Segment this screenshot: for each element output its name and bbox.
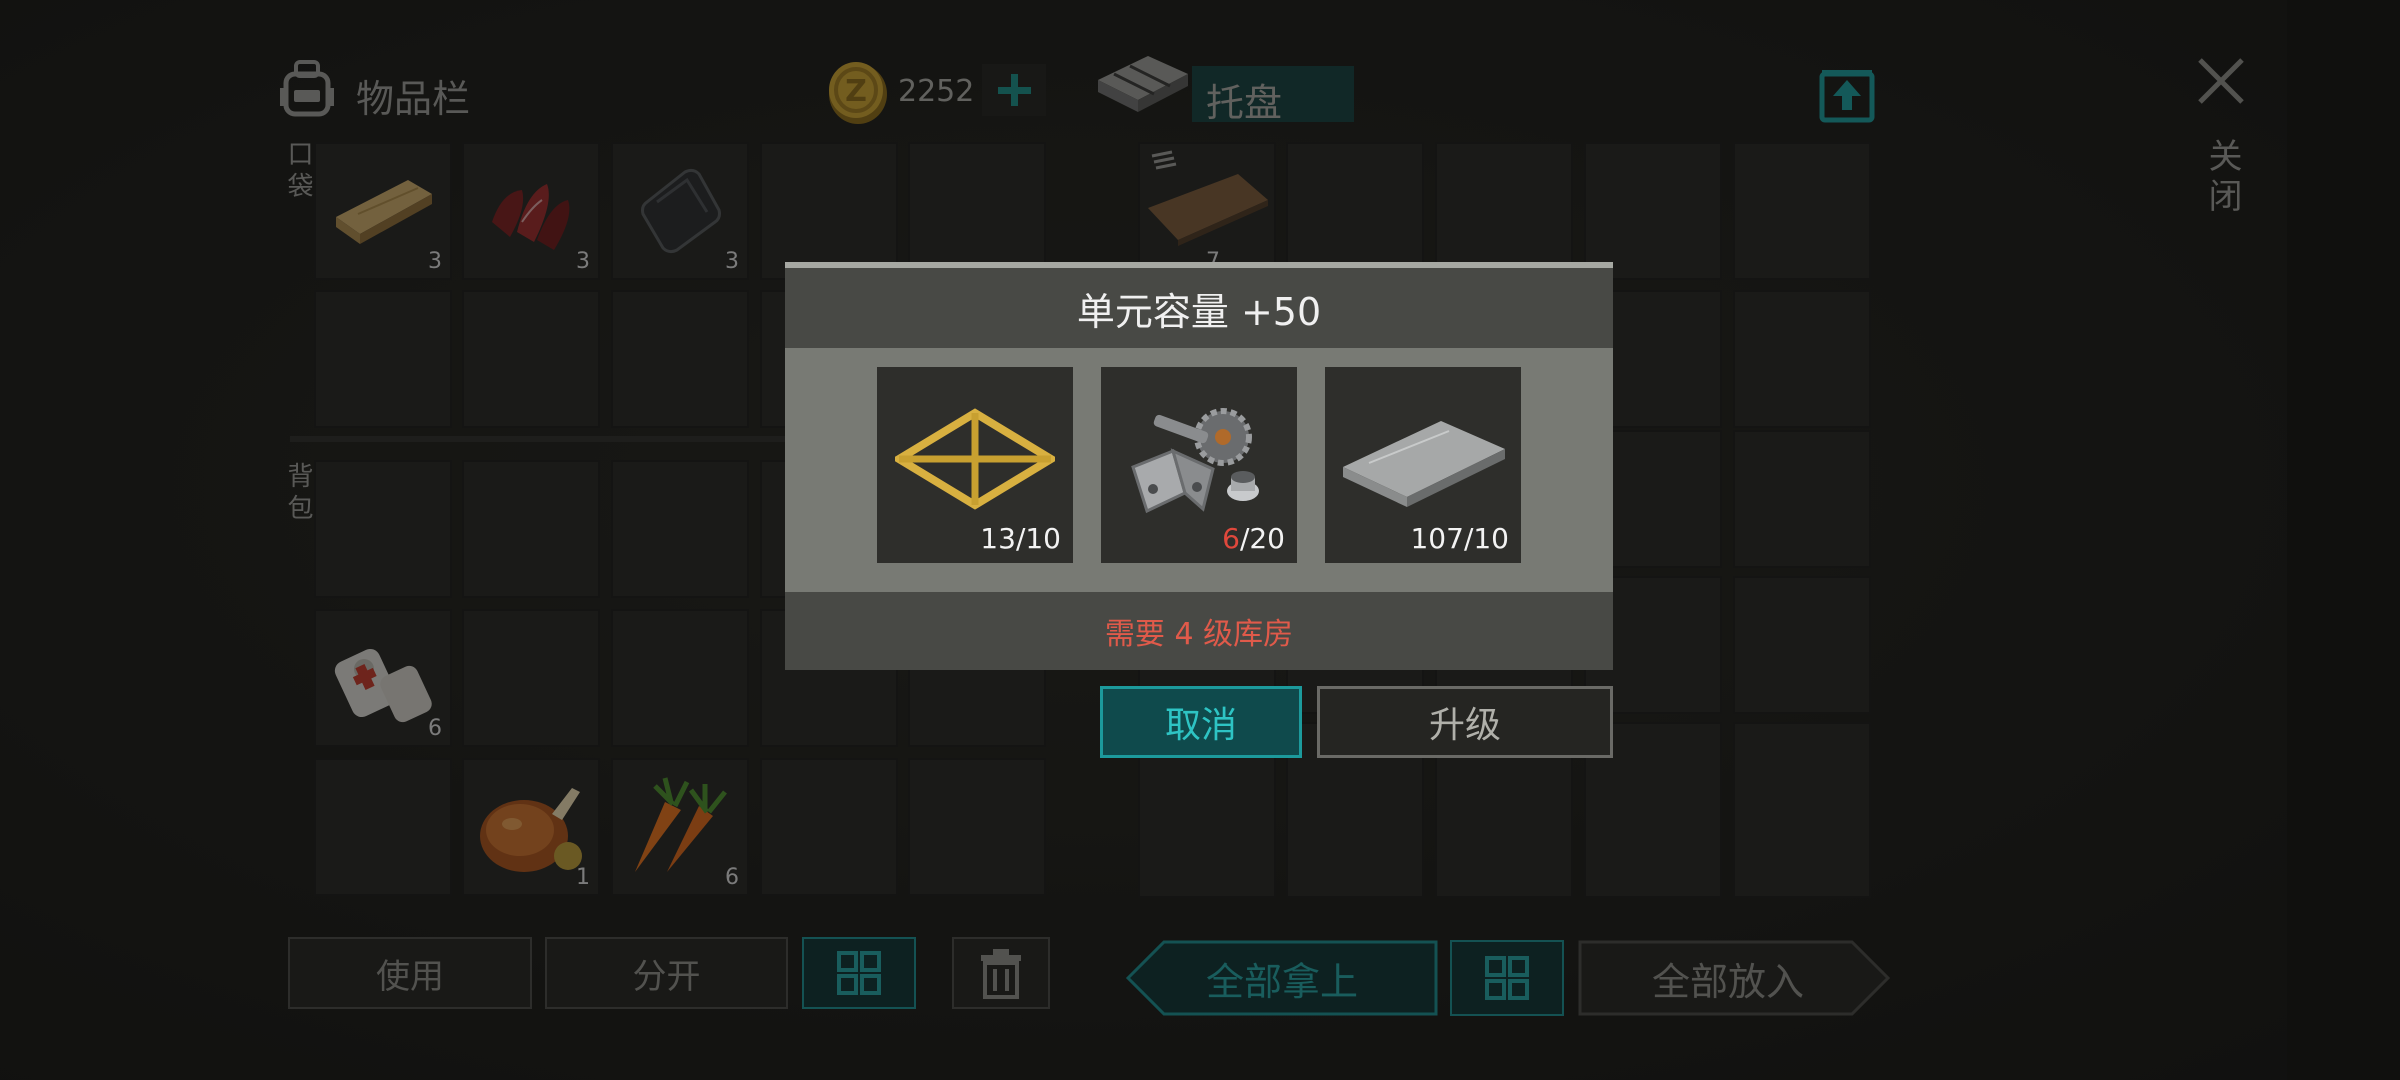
- material-have: 13: [980, 522, 1016, 555]
- material-slot-frame: 13/10: [877, 367, 1073, 563]
- material-count: 107/10: [1410, 522, 1509, 555]
- material-count: 6/20: [1222, 522, 1285, 555]
- material-need: /10: [1463, 522, 1509, 555]
- material-have: 107: [1410, 522, 1464, 555]
- metal-sheet-icon: [1343, 421, 1505, 507]
- material-need: /10: [1015, 522, 1061, 555]
- material-slot-metal-sheet: 107/10: [1325, 367, 1521, 563]
- dialog-title: 单元容量 +50: [785, 268, 1613, 348]
- material-have: 6: [1222, 522, 1240, 555]
- requirement-text: 需要 4 级库房: [785, 592, 1613, 670]
- cancel-button[interactable]: 取消: [1100, 686, 1302, 758]
- material-slot-parts: 6/20: [1101, 367, 1297, 563]
- material-need: /20: [1239, 522, 1285, 555]
- wooden-frame-icon: [895, 408, 1055, 510]
- upgrade-button[interactable]: 升级: [1317, 686, 1613, 758]
- hinge-gear-parts-icon: [1131, 408, 1259, 514]
- material-count: 13/10: [980, 522, 1061, 555]
- upgrade-dialog: 单元容量 +50 13/10 6/20 107/10 需要 4 级库房: [785, 262, 1613, 670]
